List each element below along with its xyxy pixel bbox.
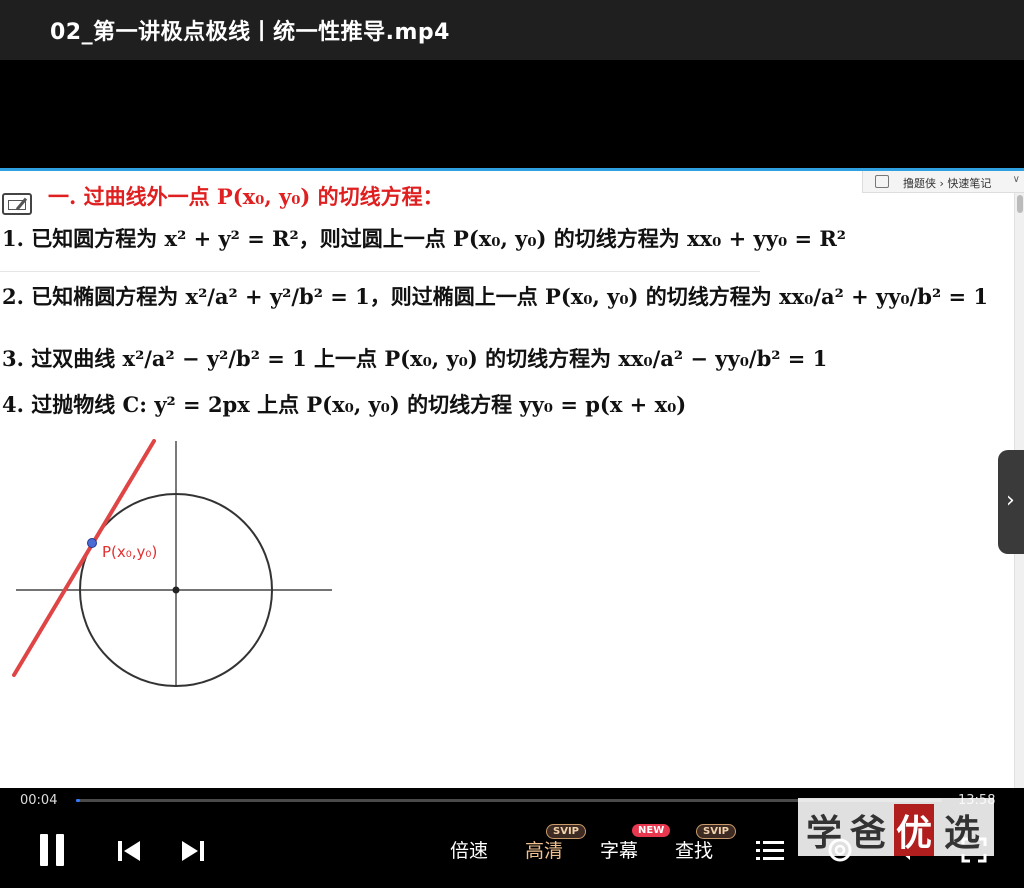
speed-button[interactable]: 倍速 [450, 836, 488, 863]
playlist-icon[interactable] [756, 838, 784, 862]
divider [0, 271, 760, 272]
recorded-screen-toolbar: 撸题侠 › 快速笔记 ∨ [862, 171, 1024, 193]
search-button[interactable]: 查找 [675, 836, 713, 863]
next-chapter-tab[interactable]: › [998, 450, 1024, 554]
next-icon[interactable] [180, 838, 206, 864]
chevron-down-icon: ∨ [1012, 174, 1020, 185]
subtitle-button[interactable]: 字幕 [600, 836, 638, 863]
notebook-icon [875, 175, 889, 188]
chevron-right-icon: › [1006, 488, 1015, 513]
point-label: P(x₀,y₀) [102, 543, 157, 561]
video-title: 02_第一讲极点极线丨统一性推导.mp4 [50, 20, 450, 45]
edit-icon [2, 193, 32, 215]
pause-icon [40, 834, 48, 866]
formula-item-ellipse: 2. 已知椭圆方程为 x²/a² + y²/b² = 1，则过椭圆上一点 P(x… [2, 284, 988, 309]
quality-button[interactable]: 高清 [525, 836, 563, 863]
formula-item-circle: 1. 已知圆方程为 x² + y² = R²，则过圆上一点 P(x₀, y₀) … [2, 226, 847, 251]
video-area[interactable]: 撸题侠 › 快速笔记 ∨ 一. 过曲线外一点 P(x₀, y₀) 的切线方程： … [0, 60, 1024, 808]
slide-heading: 一. 过曲线外一点 P(x₀, y₀) 的切线方程： [48, 184, 444, 209]
origin-point [172, 586, 180, 594]
pause-button[interactable] [38, 834, 66, 866]
progress-fill [76, 799, 81, 802]
tangent-line-graph: P(x₀,y₀) [12, 439, 332, 687]
title-bar: 02_第一讲极点极线丨统一性推导.mp4 [0, 0, 1024, 60]
tangent-point [87, 538, 97, 548]
formula-item-parabola: 4. 过抛物线 C: y² = 2px 上点 P(x₀, y₀) 的切线方程 y… [2, 392, 687, 417]
previous-icon[interactable] [116, 838, 142, 864]
toolbar-label: 撸题侠 › 快速笔记 [903, 177, 992, 190]
formula-item-hyperbola: 3. 过双曲线 x²/a² − y²/b² = 1 上一点 P(x₀, y₀) … [2, 346, 828, 371]
watermark-logo: 学 爸 优 选 [798, 798, 994, 856]
video-frame-slide: 撸题侠 › 快速笔记 ∨ 一. 过曲线外一点 P(x₀, y₀) 的切线方程： … [0, 168, 1024, 808]
current-time: 00:04 [20, 793, 58, 808]
